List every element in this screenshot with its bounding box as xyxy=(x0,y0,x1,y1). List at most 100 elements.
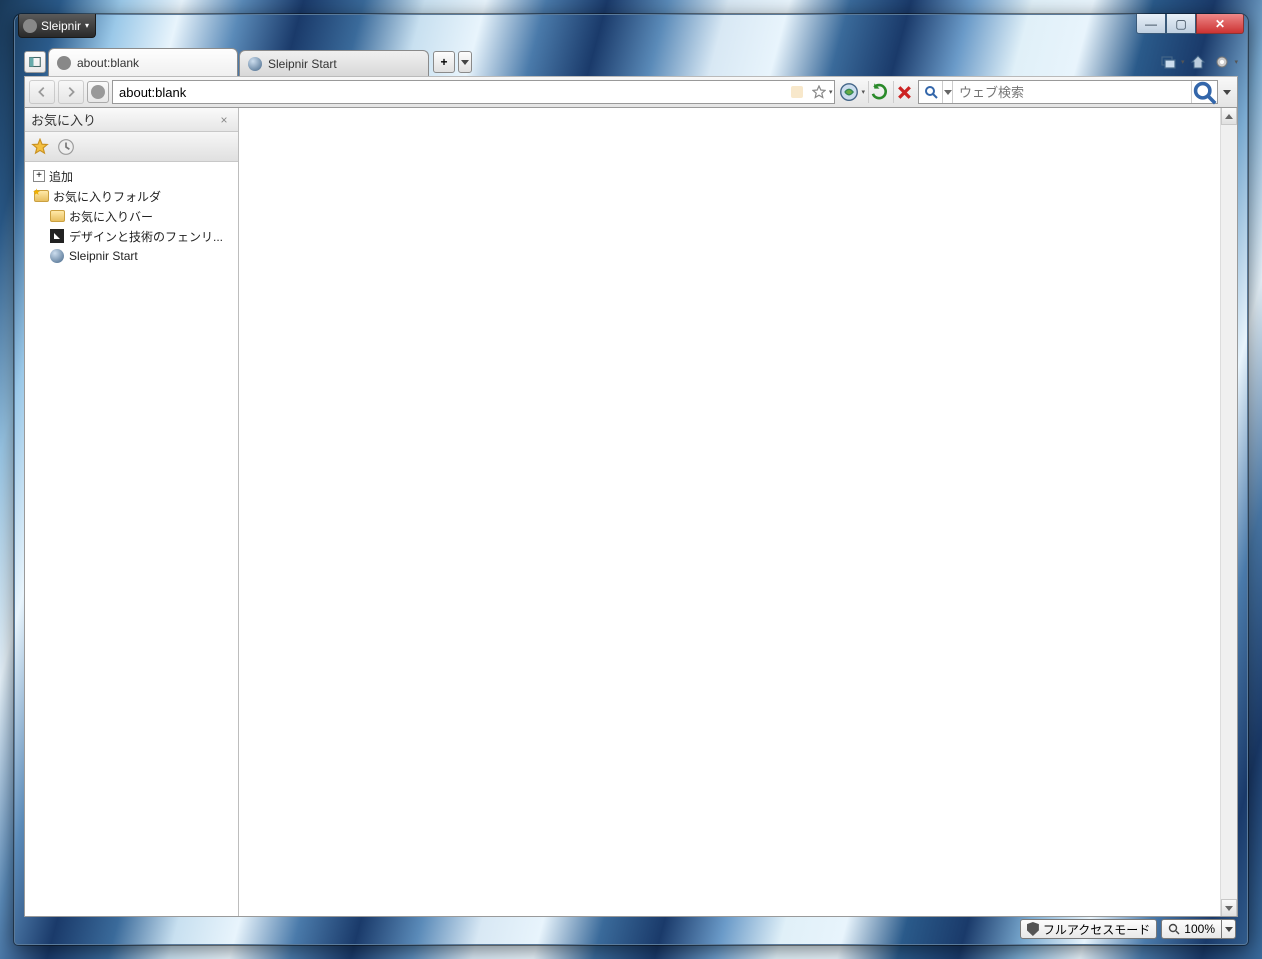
clock-icon xyxy=(57,138,75,156)
minimize-button[interactable]: — xyxy=(1136,14,1166,34)
search-engine-button[interactable] xyxy=(919,81,943,103)
sidebar-close-button[interactable]: × xyxy=(216,112,232,128)
folder-label: お気に入りフォルダ xyxy=(53,188,161,205)
add-label: 追加 xyxy=(49,168,73,185)
folder-star-icon xyxy=(33,188,49,204)
scroll-up-button[interactable] xyxy=(1221,108,1237,125)
chevron-down-icon[interactable]: ▾ xyxy=(861,88,865,96)
tab-list-button[interactable] xyxy=(458,51,472,73)
item-label: Sleipnir Start xyxy=(69,249,138,263)
search-icon xyxy=(1192,80,1217,105)
vertical-scrollbar[interactable] xyxy=(1220,108,1237,916)
close-button[interactable]: ✕ xyxy=(1196,14,1244,34)
tab-sleipnir-start[interactable]: Sleipnir Start xyxy=(239,50,429,76)
security-mode-label: フルアクセスモード xyxy=(1043,921,1150,938)
feed-icon xyxy=(790,85,804,99)
windows-icon xyxy=(1161,54,1177,70)
shield-icon xyxy=(1027,922,1039,936)
back-button[interactable] xyxy=(29,80,55,104)
url-input[interactable] xyxy=(119,85,787,100)
navigation-toolbar: ▾ ▾ xyxy=(24,76,1238,108)
globe-icon xyxy=(57,56,71,70)
tab-label: about:blank xyxy=(77,56,227,70)
close-icon: × xyxy=(220,113,227,127)
forward-button[interactable] xyxy=(58,80,84,104)
gear-icon xyxy=(1214,54,1230,70)
chevron-down-icon[interactable]: ▾ xyxy=(1181,58,1185,66)
chevron-up-icon xyxy=(1225,114,1233,119)
chevron-down-icon: ▾ xyxy=(85,21,89,30)
sidebar-toggle-button[interactable] xyxy=(24,51,46,73)
magnifier-icon xyxy=(1168,923,1180,935)
settings-button[interactable] xyxy=(1212,52,1232,72)
close-icon: ✕ xyxy=(1215,17,1225,31)
compatibility-button[interactable] xyxy=(838,81,860,103)
tab-about-blank[interactable]: about:blank xyxy=(48,48,238,76)
favorites-tab[interactable] xyxy=(31,138,49,156)
address-bar-controls: ▾ xyxy=(787,82,833,102)
stop-button[interactable] xyxy=(893,81,915,103)
client-area: お気に入り × + 追加 お気に入りフォルダ xyxy=(24,108,1238,917)
arrow-right-icon xyxy=(64,85,78,99)
bookmark-item-sleipnir-start[interactable]: Sleipnir Start xyxy=(27,246,236,266)
reload-icon xyxy=(869,82,890,103)
maximize-icon: ▢ xyxy=(1175,17,1186,31)
chevron-down-icon xyxy=(944,90,952,95)
zoom-chip[interactable]: 100% xyxy=(1161,919,1222,939)
home-icon xyxy=(1190,54,1206,70)
app-menu-button[interactable]: Sleipnir ▾ xyxy=(18,14,96,38)
site-identity-button[interactable] xyxy=(87,81,109,103)
zoom-dropdown-button[interactable] xyxy=(1222,919,1236,939)
add-bookmark-row[interactable]: + 追加 xyxy=(27,166,236,186)
plus-icon: + xyxy=(440,55,447,69)
star-icon xyxy=(31,138,49,156)
stop-icon xyxy=(894,82,915,103)
favorites-tree[interactable]: + 追加 お気に入りフォルダ お気に入りバー デザインと技術のフェンリ... xyxy=(25,162,238,916)
status-bar: フルアクセスモード 100% xyxy=(24,917,1238,941)
item-label: デザインと技術のフェンリ... xyxy=(69,228,223,245)
favorites-sidebar: お気に入り × + 追加 お気に入りフォルダ xyxy=(25,108,239,916)
page-content[interactable] xyxy=(239,108,1237,916)
bookmark-star-button[interactable] xyxy=(809,82,829,102)
window-manager-button[interactable] xyxy=(1159,52,1179,72)
address-bar[interactable]: ▾ xyxy=(112,80,835,104)
chevron-down-icon xyxy=(1225,927,1233,932)
chevron-down-icon xyxy=(461,60,469,65)
search-engine-dropdown[interactable] xyxy=(943,81,953,103)
plus-box-icon: + xyxy=(33,170,45,182)
arrow-left-icon xyxy=(35,85,49,99)
app-window: Sleipnir ▾ — ▢ ✕ about:blank Sleipnir St… xyxy=(14,14,1248,945)
globe-icon xyxy=(49,248,65,264)
security-mode-chip[interactable]: フルアクセスモード xyxy=(1020,919,1157,939)
globe-icon xyxy=(91,85,105,99)
chevron-down-icon xyxy=(1223,90,1231,95)
chevron-down-icon[interactable]: ▾ xyxy=(829,88,833,96)
scroll-down-button[interactable] xyxy=(1221,899,1237,916)
sidebar-tabs xyxy=(25,132,238,162)
item-label: お気に入りバー xyxy=(69,208,153,225)
folder-icon xyxy=(49,208,65,224)
favorites-folder-row[interactable]: お気に入りフォルダ xyxy=(27,186,236,206)
tab-label: Sleipnir Start xyxy=(268,57,418,71)
search-submit-button[interactable] xyxy=(1191,81,1217,103)
search-box[interactable] xyxy=(918,80,1218,104)
minimize-icon: — xyxy=(1145,17,1157,31)
sidebar-title: お気に入り xyxy=(31,110,216,129)
toolbar-overflow-button[interactable] xyxy=(1221,90,1233,95)
maximize-button[interactable]: ▢ xyxy=(1166,14,1196,34)
new-tab-button[interactable]: + xyxy=(433,51,455,73)
chevron-down-icon[interactable]: ▾ xyxy=(1234,58,1238,66)
app-menu-label: Sleipnir xyxy=(41,19,81,33)
tabbar-right-tools: ▾ ▾ xyxy=(1159,52,1238,72)
page-icon xyxy=(49,228,65,244)
bookmark-item-fenrir[interactable]: デザインと技術のフェンリ... xyxy=(27,226,236,246)
star-icon xyxy=(812,85,826,99)
window-titlebar[interactable]: Sleipnir ▾ — ▢ ✕ xyxy=(14,14,1248,46)
panel-left-icon xyxy=(29,56,41,68)
reload-button[interactable] xyxy=(868,81,890,103)
search-input[interactable] xyxy=(953,85,1191,100)
feed-button[interactable] xyxy=(787,82,807,102)
home-button[interactable] xyxy=(1188,52,1208,72)
history-tab[interactable] xyxy=(57,138,75,156)
favorites-bar-folder[interactable]: お気に入りバー xyxy=(27,206,236,226)
